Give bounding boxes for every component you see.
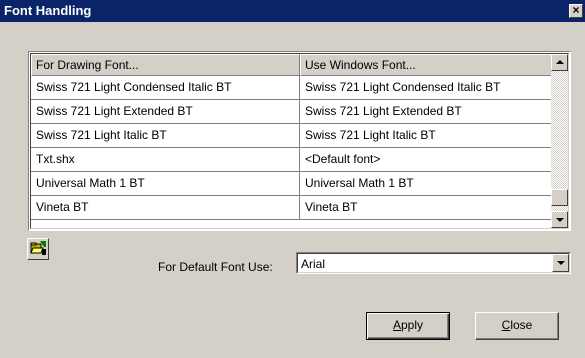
default-font-select[interactable]: Arial bbox=[296, 252, 571, 274]
folder-open-icon bbox=[30, 241, 46, 255]
title-bar[interactable]: Font Handling × bbox=[0, 0, 585, 22]
drawing-font-cell[interactable]: Swiss 721 Light Italic BT bbox=[31, 124, 300, 148]
browse-font-button[interactable] bbox=[27, 238, 49, 260]
arrow-up-icon bbox=[556, 60, 564, 64]
drawing-font-cell[interactable]: Txt.shx bbox=[31, 148, 300, 172]
default-font-field[interactable]: Arial bbox=[297, 253, 570, 273]
column-header-drawing-font[interactable]: For Drawing Font... bbox=[31, 54, 300, 76]
apply-label: pply bbox=[401, 318, 424, 332]
close-label: lose bbox=[510, 318, 533, 332]
close-icon[interactable]: × bbox=[569, 4, 583, 18]
table-row[interactable]: Txt.shx <Default font> bbox=[31, 148, 553, 172]
dropdown-button[interactable] bbox=[552, 254, 569, 272]
close-button[interactable]: Close bbox=[475, 312, 559, 340]
apply-button[interactable]: Apply bbox=[366, 312, 450, 340]
column-header-windows-font[interactable]: Use Windows Font... bbox=[300, 54, 553, 76]
windows-font-cell[interactable]: Vineta BT bbox=[300, 196, 553, 220]
table-row[interactable]: Swiss 721 Light Condensed Italic BT Swis… bbox=[31, 76, 553, 100]
table-row[interactable]: Swiss 721 Light Italic BT Swiss 721 Ligh… bbox=[31, 124, 553, 148]
windows-font-cell[interactable]: Universal Math 1 BT bbox=[300, 172, 553, 196]
arrow-down-icon bbox=[556, 218, 564, 222]
window-title: Font Handling bbox=[4, 3, 92, 18]
chevron-down-icon bbox=[557, 261, 565, 265]
windows-font-cell[interactable]: <Default font> bbox=[300, 148, 553, 172]
font-handling-dialog: Font Handling × For Drawing Font... Use … bbox=[0, 0, 585, 358]
table-body: For Drawing Font... Use Windows Font... … bbox=[30, 53, 569, 229]
drawing-font-cell[interactable]: Swiss 721 Light Condensed Italic BT bbox=[31, 76, 300, 100]
table-row[interactable]: Swiss 721 Light Extended BT Swiss 721 Li… bbox=[31, 100, 553, 124]
apply-access-key: A bbox=[392, 318, 401, 332]
vertical-scrollbar[interactable] bbox=[551, 54, 568, 228]
windows-font-cell[interactable]: Swiss 721 Light Condensed Italic BT bbox=[300, 76, 553, 100]
drawing-font-cell[interactable]: Universal Math 1 BT bbox=[31, 172, 300, 196]
scrollbar-thumb[interactable] bbox=[551, 189, 568, 206]
default-font-label: For Default Font Use: bbox=[158, 260, 273, 274]
scroll-up-button[interactable] bbox=[551, 54, 568, 71]
table-row[interactable]: Vineta BT Vineta BT bbox=[31, 196, 553, 220]
windows-font-cell[interactable]: Swiss 721 Light Italic BT bbox=[300, 124, 553, 148]
scroll-down-button[interactable] bbox=[551, 211, 568, 228]
drawing-font-cell[interactable]: Swiss 721 Light Extended BT bbox=[31, 100, 300, 124]
drawing-font-cell[interactable]: Vineta BT bbox=[31, 196, 300, 220]
font-mapping-table: For Drawing Font... Use Windows Font... … bbox=[28, 51, 571, 231]
table-row[interactable]: Universal Math 1 BT Universal Math 1 BT bbox=[31, 172, 553, 196]
windows-font-cell[interactable]: Swiss 721 Light Extended BT bbox=[300, 100, 553, 124]
default-font-value: Arial bbox=[301, 257, 326, 271]
table-header: For Drawing Font... Use Windows Font... bbox=[31, 54, 553, 76]
